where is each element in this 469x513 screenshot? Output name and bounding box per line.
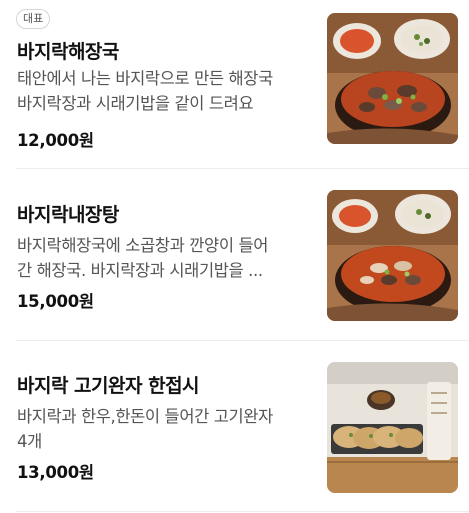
menu-item-wanja[interactable]: 바지락 고기완자 한접시 바지락과 한우,한돈이 들어간 고기완자 4개 13,…: [0, 342, 469, 513]
naejangtang-photo: [327, 190, 458, 321]
menu-photo[interactable]: [327, 190, 458, 321]
menu-price: 12,000원: [17, 131, 94, 150]
menu-item-haejangguk[interactable]: 대표 바지락해장국 태안에서 나는 바지락으로 만든 해장국 바지락장과 시래기…: [0, 0, 469, 168]
description-line: 바지락해장국에 소곱창과 깐양이 들어: [17, 236, 269, 255]
description-line: 태안에서 나는 바지락으로 만든 해장국: [17, 69, 273, 88]
description-line: 바지락장과 시래기밥을 같이 드려요: [17, 94, 254, 113]
item-divider: [16, 168, 469, 169]
menu-description: 바지락과 한우,한돈이 들어간 고기완자 4개: [17, 404, 312, 454]
description-line: 간 해장국. 바지락장과 시래기밥을 ...: [17, 261, 263, 280]
menu-name: 바지락 고기완자 한접시: [17, 375, 200, 397]
wanja-photo: [327, 362, 458, 493]
haejangguk-photo: [327, 13, 458, 144]
menu-name: 바지락해장국: [17, 41, 119, 63]
signature-badge: 대표: [16, 9, 51, 29]
menu-price: 13,000원: [17, 463, 94, 482]
item-divider: [16, 340, 469, 341]
menu-list: 대표 바지락해장국 태안에서 나는 바지락으로 만든 해장국 바지락장과 시래기…: [0, 0, 469, 513]
menu-photo[interactable]: [327, 362, 458, 493]
menu-photo[interactable]: [327, 13, 458, 144]
menu-description: 바지락해장국에 소곱창과 깐양이 들어 간 해장국. 바지락장과 시래기밥을 .…: [17, 233, 312, 283]
description-line: 바지락과 한우,한돈이 들어간 고기완자: [17, 407, 273, 426]
menu-item-naejangtang[interactable]: 바지락내장탕 바지락해장국에 소곱창과 깐양이 들어 간 해장국. 바지락장과 …: [0, 170, 469, 340]
description-line: 4개: [17, 432, 42, 451]
menu-name: 바지락내장탕: [17, 204, 119, 226]
menu-description: 태안에서 나는 바지락으로 만든 해장국 바지락장과 시래기밥을 같이 드려요: [17, 66, 312, 116]
menu-price: 15,000원: [17, 292, 94, 311]
item-divider: [16, 511, 469, 512]
